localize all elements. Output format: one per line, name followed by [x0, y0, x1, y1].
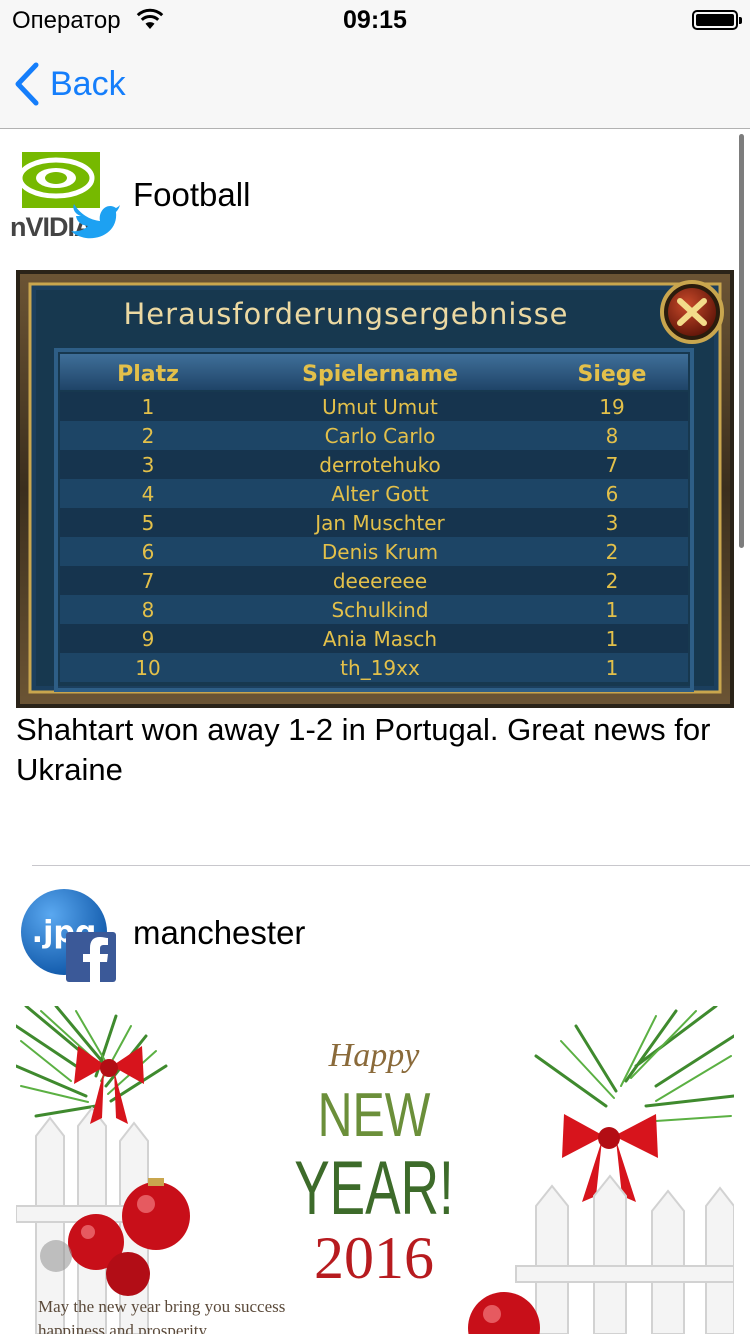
leaderboard-title: Herausforderungsergebnisse [123, 297, 568, 331]
leaderboard-cell: 8 [606, 424, 619, 448]
post-text: Shahtart won away 1-2 in Portugal. Great… [16, 712, 711, 787]
leaderboard-cell: 6 [606, 482, 619, 506]
leaderboard-cell: 4 [142, 482, 155, 506]
back-button[interactable]: Back [14, 60, 126, 108]
new-year-card-image: Happy NEW YEAR! 2016 May the new year br… [16, 1006, 734, 1334]
leaderboard-cell: 19 [599, 395, 624, 419]
card-caption-line2: happiness and prosperity [38, 1321, 208, 1334]
card-year-number: 2016 [314, 1225, 434, 1291]
card-new-text: NEW [318, 1080, 431, 1149]
leaderboard-cell: 8 [142, 598, 155, 622]
leaderboard-cell: 1 [606, 656, 619, 680]
leaderboard-cell: 2 [606, 540, 619, 564]
leaderboard-image: Herausforderungsergebnisse 1 Umut Umut 192… [16, 270, 734, 708]
leaderboard-cell: 2 [606, 569, 619, 593]
leaderboard-header: Siege [578, 362, 647, 387]
leaderboard-cell: 9 [142, 627, 155, 651]
leaderboard-cell: th_19xx [340, 656, 420, 680]
leaderboard-cell: 1 [606, 627, 619, 651]
leaderboard-cell: derrotehuko [319, 453, 441, 477]
post-image[interactable]: Herausforderungsergebnisse 1 Umut Umut 19 2… [16, 270, 734, 708]
scrollbar[interactable] [739, 134, 744, 548]
chevron-left-icon [15, 62, 39, 106]
card-year-text: YEAR! [294, 1146, 454, 1231]
twitter-icon [71, 204, 120, 239]
leaderboard-cell: Carlo Carlo [325, 424, 436, 448]
leaderboard-cell: Ania Masch [323, 627, 437, 651]
leaderboard-cell: 2 [142, 424, 155, 448]
leaderboard-cell: 1 [606, 598, 619, 622]
leaderboard-cell: 7 [142, 569, 155, 593]
leaderboard-cell: deeereee [333, 569, 427, 593]
status-time: 09:15 [343, 6, 407, 34]
leaderboard-header: Spielername [302, 362, 458, 387]
avatar: nVIDIA [10, 150, 122, 246]
close-icon[interactable] [660, 280, 724, 344]
leaderboard-cell: 3 [606, 511, 619, 535]
leaderboard-cell: Schulkind [331, 598, 428, 622]
battery-icon [692, 10, 742, 30]
leaderboard-cell: 1 [142, 395, 155, 419]
leaderboard-cell: Alter Gott [331, 482, 429, 506]
status-bar: Оператор 09:15 [0, 0, 750, 40]
leaderboard-header: Platz [117, 362, 179, 387]
post-image[interactable]: Happy NEW YEAR! 2016 May the new year br… [16, 1006, 734, 1334]
post-divider [32, 865, 750, 866]
navigation-bar: Back [0, 40, 750, 129]
post-author[interactable]: Football [133, 176, 250, 214]
post-author[interactable]: manchester [133, 914, 305, 952]
avatar: .jpg [20, 886, 132, 982]
card-happy-text: Happy [328, 1037, 421, 1074]
leaderboard-cell: Denis Krum [322, 540, 438, 564]
leaderboard-cell: 3 [142, 453, 155, 477]
facebook-icon [66, 932, 116, 982]
leaderboard-cell: Jan Muschter [313, 511, 445, 535]
leaderboard-cell: 10 [135, 656, 160, 680]
leaderboard-cell: 5 [142, 511, 155, 535]
card-caption-line1: May the new year bring you success [38, 1297, 285, 1316]
leaderboard-cell: 6 [142, 540, 155, 564]
back-label: Back [50, 64, 126, 103]
leaderboard-cell: 7 [606, 453, 619, 477]
leaderboard-cell: Umut Umut [322, 395, 438, 419]
